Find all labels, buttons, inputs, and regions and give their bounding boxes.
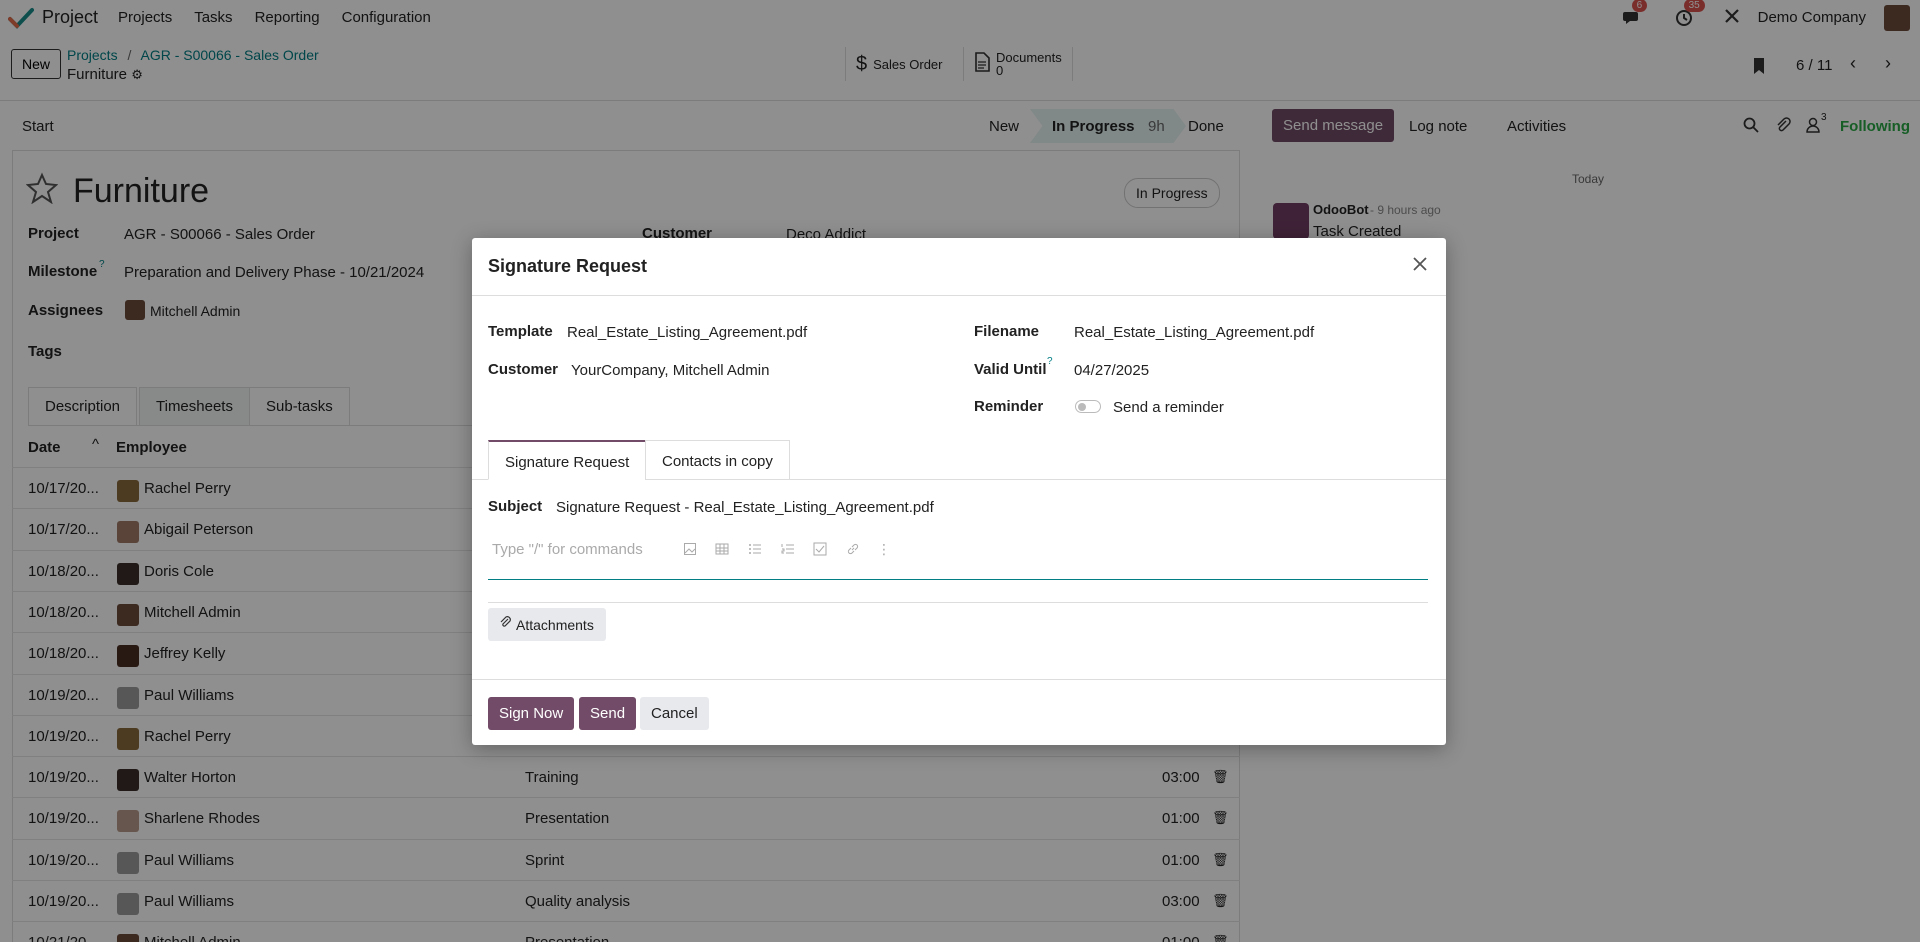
customer-value[interactable]: YourCompany, Mitchell Admin [571, 362, 769, 379]
reminder-label: Reminder [974, 398, 1044, 415]
sign-now-button[interactable]: Sign Now [488, 697, 575, 730]
reminder-text: Send a reminder [1113, 399, 1224, 416]
checklist-icon[interactable] [813, 542, 829, 558]
tab-signature-request[interactable]: Signature Request [488, 440, 647, 480]
template-value[interactable]: Real_Estate_Listing_Agreement.pdf [567, 324, 807, 341]
subject-label: Subject [488, 498, 543, 515]
close-icon[interactable] [1412, 256, 1428, 276]
editor-underline [488, 579, 1428, 580]
filename-label: Filename [974, 323, 1040, 340]
valid-until-label: Valid Until [974, 361, 1047, 378]
valid-until-help[interactable]: ? [1047, 356, 1053, 367]
tab-contacts-in-copy[interactable]: Contacts in copy [645, 440, 790, 480]
cancel-button[interactable]: Cancel [640, 697, 709, 730]
signature-request-dialog: Signature Request Template Real_Estate_L… [472, 238, 1446, 745]
bullet-list-icon[interactable] [748, 542, 764, 558]
numbered-list-icon[interactable] [781, 542, 797, 558]
link-icon[interactable] [846, 542, 862, 558]
attachments-button[interactable]: Attachments [488, 608, 606, 641]
filename-value[interactable]: Real_Estate_Listing_Agreement.pdf [1074, 324, 1314, 341]
customer-label: Customer [488, 361, 559, 378]
attachment-icon [500, 616, 512, 633]
send-button[interactable]: Send [579, 697, 637, 730]
header-divider [472, 295, 1446, 296]
reminder-toggle[interactable] [1075, 400, 1101, 413]
dialog-title: Signature Request [488, 256, 648, 276]
table-icon[interactable] [715, 542, 731, 558]
image-icon[interactable] [683, 542, 699, 558]
footer-divider [472, 679, 1446, 680]
editor-divider [488, 602, 1428, 603]
subject-value[interactable]: Signature Request - Real_Estate_Listing_… [556, 499, 934, 516]
template-label: Template [488, 323, 553, 340]
body-editor-placeholder[interactable]: Type "/" for commands [492, 541, 643, 558]
attachments-label: Attachments [516, 616, 594, 633]
valid-until-value[interactable]: 04/27/2025 [1074, 362, 1149, 379]
more-options-icon[interactable]: ⋮ [877, 542, 893, 558]
